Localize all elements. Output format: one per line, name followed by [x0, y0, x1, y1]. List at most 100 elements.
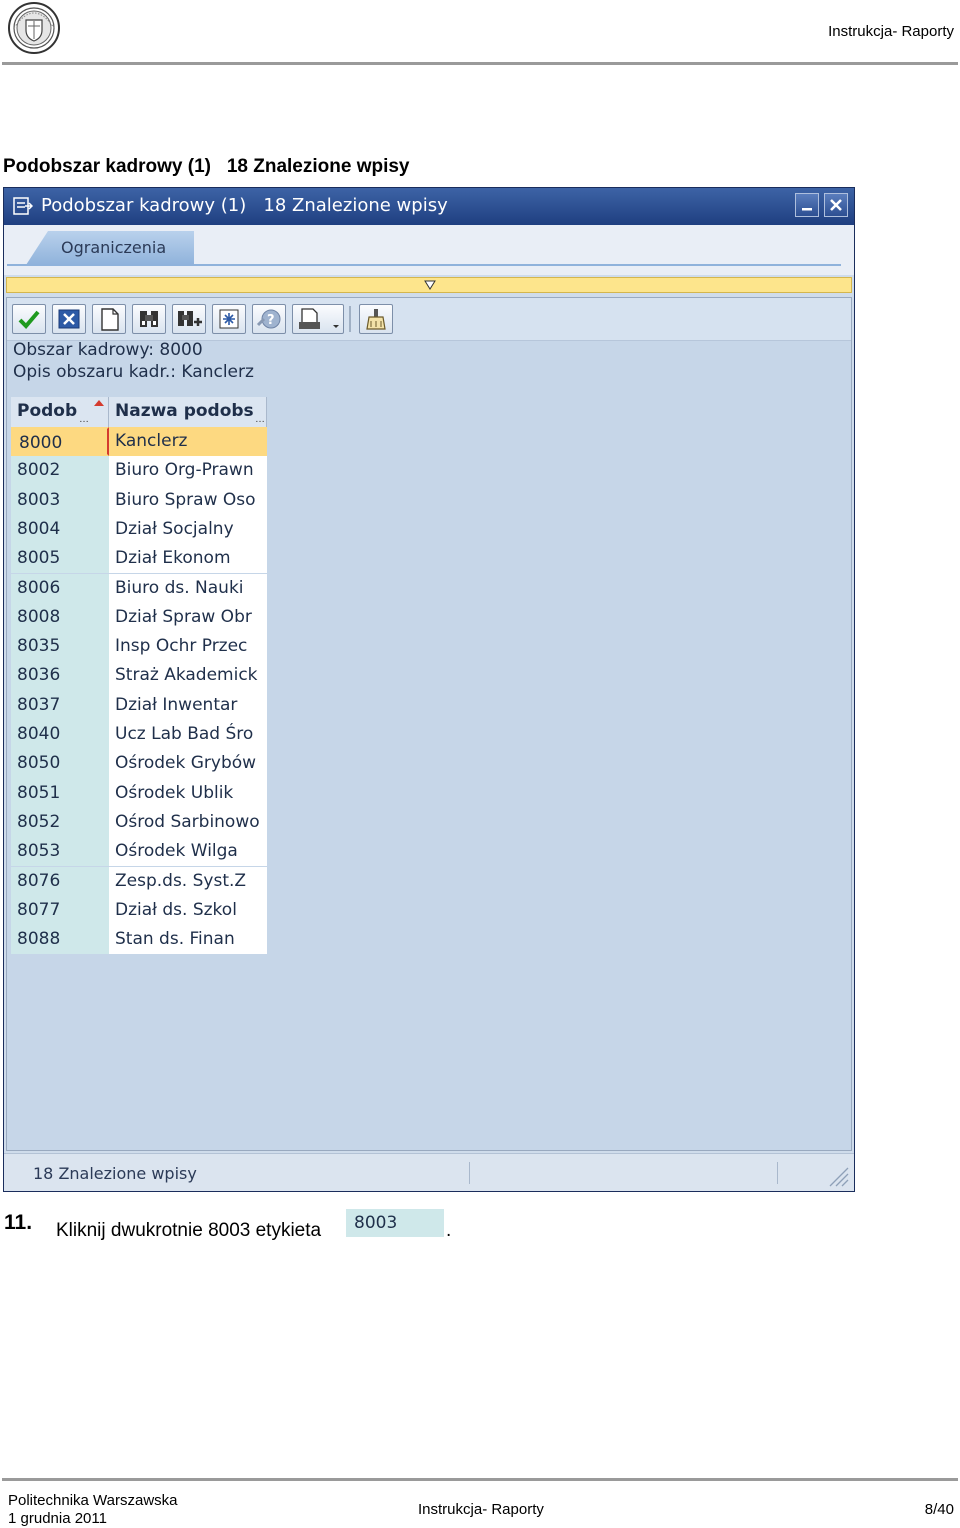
- step-period: .: [446, 1220, 452, 1241]
- minimize-icon: [802, 208, 812, 211]
- cell-name[interactable]: Dział Ekonom: [109, 544, 267, 574]
- cell-name[interactable]: Biuro ds. Nauki: [109, 573, 267, 603]
- cell-name[interactable]: Dział Inwentar: [109, 690, 267, 720]
- status-text: 18 Znalezione wpisy: [33, 1164, 197, 1183]
- cell-name[interactable]: Ośrod Sarbinowo: [109, 807, 267, 838]
- dialog-titlebar[interactable]: Podobszar kadrowy (1) 18 Znalezione wpis…: [4, 188, 854, 225]
- cell-name[interactable]: Ośrodek Grybów: [109, 749, 267, 779]
- cell-code[interactable]: 8037: [11, 690, 109, 720]
- table-row[interactable]: 8036 Straż Akademick: [11, 661, 267, 691]
- footer-date: 1 grudnia 2011: [8, 1510, 107, 1527]
- cell-name[interactable]: Biuro Spraw Oso: [109, 485, 267, 515]
- tab-underline: [7, 264, 841, 266]
- minimize-button[interactable]: [795, 193, 819, 217]
- table-row[interactable]: 8006 Biuro ds. Nauki: [11, 573, 267, 603]
- table-row[interactable]: 8000 Kanclerz: [11, 427, 267, 457]
- cell-name[interactable]: Insp Ochr Przec: [109, 632, 267, 662]
- cell-code[interactable]: 8076: [11, 866, 109, 896]
- table-row[interactable]: 8077 Dział ds. Szkol: [11, 895, 267, 926]
- table-row[interactable]: 8003 Biuro Spraw Oso: [11, 485, 267, 515]
- status-divider: [469, 1162, 470, 1184]
- cell-name[interactable]: Straż Akademick: [109, 661, 267, 691]
- table-row[interactable]: 8076 Zesp.ds. Syst.Z: [11, 866, 267, 896]
- cell-code[interactable]: 8052: [11, 807, 109, 838]
- column-header-name[interactable]: Nazwa podobs …: [109, 397, 267, 427]
- find-icon: [140, 311, 158, 327]
- table-row[interactable]: 8008 Dział Spraw Obr: [11, 602, 267, 633]
- cell-code[interactable]: 8006: [11, 573, 109, 603]
- status-bar: 18 Znalezione wpisy: [4, 1153, 854, 1191]
- new-document-button[interactable]: [92, 304, 126, 334]
- cell-code[interactable]: 8051: [11, 778, 109, 808]
- cell-code[interactable]: 8053: [11, 837, 109, 867]
- window-icon: [13, 197, 34, 215]
- cell-name[interactable]: Biuro Org-Prawn: [109, 456, 267, 486]
- cell-name[interactable]: Ośrodek Wilga: [109, 837, 267, 867]
- cell-code[interactable]: 8008: [11, 602, 109, 633]
- table-row[interactable]: 8088 Stan ds. Finan: [11, 925, 267, 955]
- help-icon: ?: [256, 309, 281, 329]
- cell-code[interactable]: 8036: [11, 661, 109, 691]
- cell-name[interactable]: Ośrodek Ublik: [109, 778, 267, 808]
- cancel-button[interactable]: [52, 304, 86, 334]
- table-row[interactable]: 8040 Ucz Lab Bad Śro: [11, 720, 267, 750]
- table-row[interactable]: 8035 Insp Ochr Przec: [11, 632, 267, 662]
- table-row[interactable]: 8052 Ośrod Sarbinowo: [11, 807, 267, 838]
- table-row[interactable]: 8053 Ośrodek Wilga: [11, 837, 267, 867]
- footer-divider: [2, 1478, 958, 1481]
- cell-code[interactable]: 8040: [11, 720, 109, 750]
- cell-name[interactable]: Dział Socjalny: [109, 514, 267, 545]
- inline-code-chip: 8003: [346, 1209, 444, 1237]
- table-row[interactable]: 8051 Ośrodek Ublik: [11, 778, 267, 808]
- clear-button[interactable]: [359, 304, 393, 334]
- tab-ograniczenia[interactable]: Ograniczenia: [26, 231, 194, 265]
- cell-name[interactable]: Ucz Lab Bad Śro: [109, 720, 267, 750]
- table-row[interactable]: 8037 Dział Inwentar: [11, 690, 267, 720]
- step-instruction: Kliknij dwukrotnie 8003 etykieta: [56, 1220, 322, 1241]
- find-button[interactable]: [132, 304, 166, 334]
- cell-name[interactable]: Kanclerz: [109, 427, 267, 457]
- tab-strip: Ograniczenia: [4, 225, 854, 275]
- dialog-toolbar: ?: [7, 298, 851, 341]
- cell-name[interactable]: Zesp.ds. Syst.Z: [109, 866, 267, 896]
- cell-name[interactable]: Dział Spraw Obr: [109, 602, 267, 633]
- figure-caption: Podobszar kadrowy (1) 18 Znalezione wpis…: [3, 156, 410, 177]
- find-next-button[interactable]: [172, 304, 206, 334]
- close-button[interactable]: [824, 193, 848, 217]
- sort-button[interactable]: [212, 304, 246, 334]
- cell-name[interactable]: Dział ds. Szkol: [109, 895, 267, 926]
- print-button[interactable]: [292, 304, 344, 334]
- column-truncation-dots: …: [255, 414, 265, 425]
- footer-document-title: Instrukcja- Raporty: [418, 1501, 544, 1518]
- help-button[interactable]: ?: [252, 304, 286, 334]
- sort-ascending-icon: [94, 400, 104, 406]
- cell-code[interactable]: 8005: [11, 544, 109, 574]
- confirm-button[interactable]: [12, 304, 46, 334]
- column-truncation-dots: …: [79, 414, 89, 425]
- table-row[interactable]: 8004 Dział Socjalny: [11, 514, 267, 545]
- clear-icon: [366, 309, 386, 330]
- table-row[interactable]: 8005 Dział Ekonom: [11, 544, 267, 574]
- resize-grip-icon[interactable]: [826, 1164, 850, 1188]
- cell-code[interactable]: 8003: [11, 485, 109, 515]
- collapse-bar[interactable]: [6, 277, 852, 293]
- cell-code[interactable]: 8077: [11, 895, 109, 926]
- cell-code[interactable]: 8000: [11, 427, 109, 457]
- cell-code[interactable]: 8050: [11, 749, 109, 779]
- print-icon: [299, 308, 339, 329]
- checkmark-icon: [18, 310, 40, 329]
- cell-code[interactable]: 8035: [11, 632, 109, 662]
- cell-code[interactable]: 8004: [11, 514, 109, 545]
- table-row[interactable]: 8002 Biuro Org-Prawn: [11, 456, 267, 486]
- header-divider: [2, 62, 958, 65]
- cell-code[interactable]: 8002: [11, 456, 109, 486]
- dialog-title: Podobszar kadrowy (1) 18 Znalezione wpis…: [41, 195, 448, 216]
- cell-name[interactable]: Stan ds. Finan: [109, 925, 267, 955]
- column-header-code[interactable]: Podob …: [11, 397, 109, 427]
- new-document-icon: [101, 308, 119, 331]
- cell-code[interactable]: 8088: [11, 925, 109, 955]
- results-panel: ? Obszar kadrowy: 8000 Opis obszaru kadr…: [6, 297, 852, 1151]
- info-personnel-area-description: Opis obszaru kadr.: Kanclerz: [13, 362, 254, 382]
- table-row[interactable]: 8050 Ośrodek Grybów: [11, 749, 267, 779]
- tab-label: Ograniczenia: [61, 238, 167, 257]
